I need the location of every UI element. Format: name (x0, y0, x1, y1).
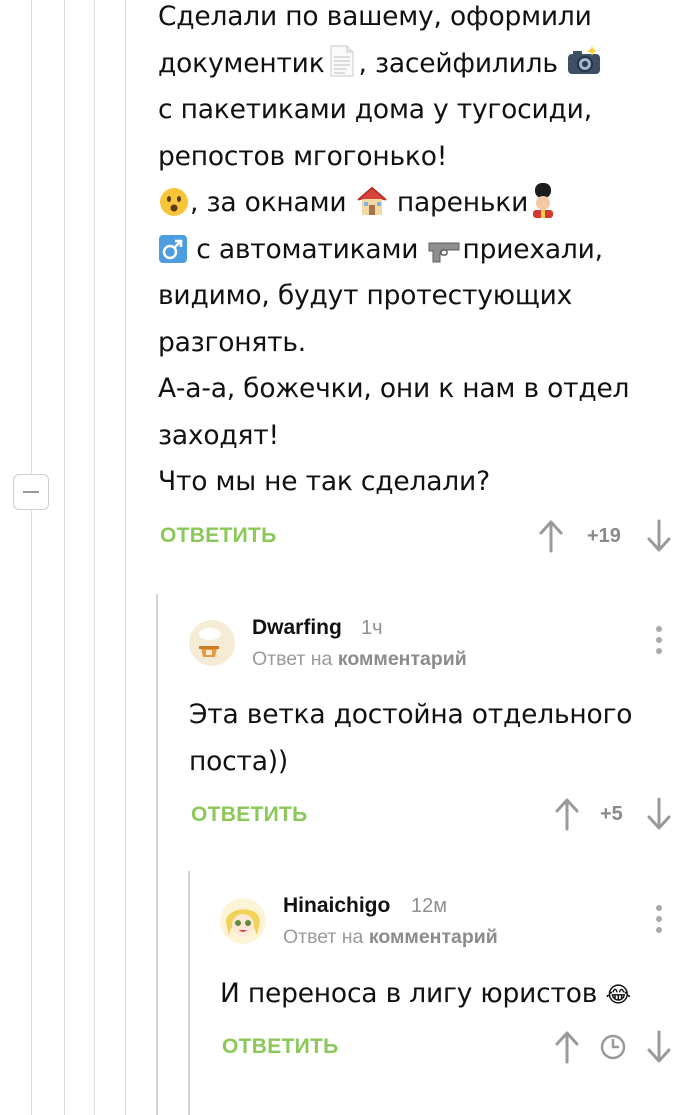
reply-to-prefix: Ответ на (283, 926, 364, 948)
more-options-button[interactable] (649, 626, 669, 656)
comment-author[interactable]: Dwarfing (252, 616, 342, 640)
comment-author[interactable]: Hinaichigo (283, 894, 390, 918)
comment-body: Сделали по вашему, оформили документик , … (158, 0, 629, 506)
arrow-down-icon (647, 1030, 671, 1063)
comment-score: +5 (600, 803, 623, 825)
upvote-button[interactable] (553, 1030, 581, 1064)
collapse-minus-icon (23, 491, 39, 493)
comment-text: репостов мгогонько! (158, 140, 448, 172)
more-options-button[interactable] (649, 905, 669, 935)
reply-button[interactable]: ОТВЕТИТЬ (222, 1035, 339, 1059)
reply-thread-line (156, 594, 158, 1115)
reply-to-line: Ответ на комментарий (283, 926, 498, 949)
score-hidden-clock (599, 1033, 627, 1061)
avatar[interactable] (189, 620, 235, 666)
avatar[interactable] (220, 898, 266, 944)
thread-guide-line (64, 0, 65, 1115)
comment-time: 12м (411, 895, 447, 917)
downvote-button[interactable] (645, 1030, 673, 1064)
comment-time: 1ч (361, 617, 383, 639)
clock-icon (600, 1034, 626, 1060)
comment-text: А-а-а, божечки, они к нам в отдел (158, 373, 630, 404)
upvote-button[interactable] (553, 797, 581, 831)
collapse-thread-button[interactable] (13, 474, 49, 510)
thread-guide-line (94, 0, 95, 1115)
arrow-down-icon (647, 519, 671, 552)
comment-text: Сделали по вашему, оформили (158, 1, 592, 32)
comment-text: поста)) (189, 745, 289, 777)
comment-text: заходят! (158, 419, 279, 451)
downvote-button[interactable] (645, 519, 673, 553)
arrow-up-icon (539, 520, 563, 553)
male-sign-emoji-icon (158, 233, 188, 263)
comment-text: , засейфилиль (358, 47, 558, 79)
comment-body: Эта ветка достойна отдельного поста)) (189, 692, 633, 785)
reply-to-link[interactable]: комментарий (338, 648, 467, 670)
surprised-face-emoji-icon (158, 186, 190, 218)
reply-button[interactable]: ОТВЕТИТЬ (160, 524, 277, 548)
comment-text: пареньки (396, 187, 529, 218)
comment-text: Эта ветка достойна отдельного (189, 699, 633, 730)
camera-emoji-icon (566, 43, 602, 77)
reply-thread-line (188, 871, 190, 1115)
thread-guide-line (125, 0, 126, 1115)
reply-to-link[interactable]: комментарий (369, 926, 498, 948)
upvote-button[interactable] (537, 519, 565, 553)
arrow-up-icon (555, 798, 579, 831)
comment-text: видимо, будут протестующих (158, 280, 573, 311)
house-emoji-icon (355, 185, 389, 217)
comment-text: , за окнами (190, 187, 347, 218)
reply-to-line: Ответ на комментарий (252, 648, 467, 671)
downvote-button[interactable] (645, 797, 673, 831)
comment-text: с автоматиками (196, 233, 419, 265)
document-emoji-icon (325, 44, 359, 78)
comment-text: документик (158, 47, 325, 79)
comment-body: И переноса в лигу юристов 😂 (220, 971, 631, 1020)
arrow-down-icon (647, 797, 671, 830)
thread-guide-line (31, 0, 32, 1115)
reply-button[interactable]: ОТВЕТИТЬ (191, 803, 308, 827)
comment-text: Что мы не так сделали? (158, 466, 490, 497)
comment-text: приехали, (462, 233, 604, 265)
comment-text: И переноса в лигу юристов (220, 978, 598, 1009)
guardsman-emoji-icon (528, 182, 558, 218)
arrow-up-icon (555, 1031, 579, 1064)
comment-score: +19 (587, 525, 621, 547)
comment-text: с пакетиками дома у тугосиди, (158, 94, 592, 125)
laughing-emoji: 😂 (605, 983, 631, 1008)
pistol-emoji-icon (427, 234, 463, 263)
comment-text: разгонять. (158, 326, 307, 358)
reply-to-prefix: Ответ на (252, 648, 333, 670)
